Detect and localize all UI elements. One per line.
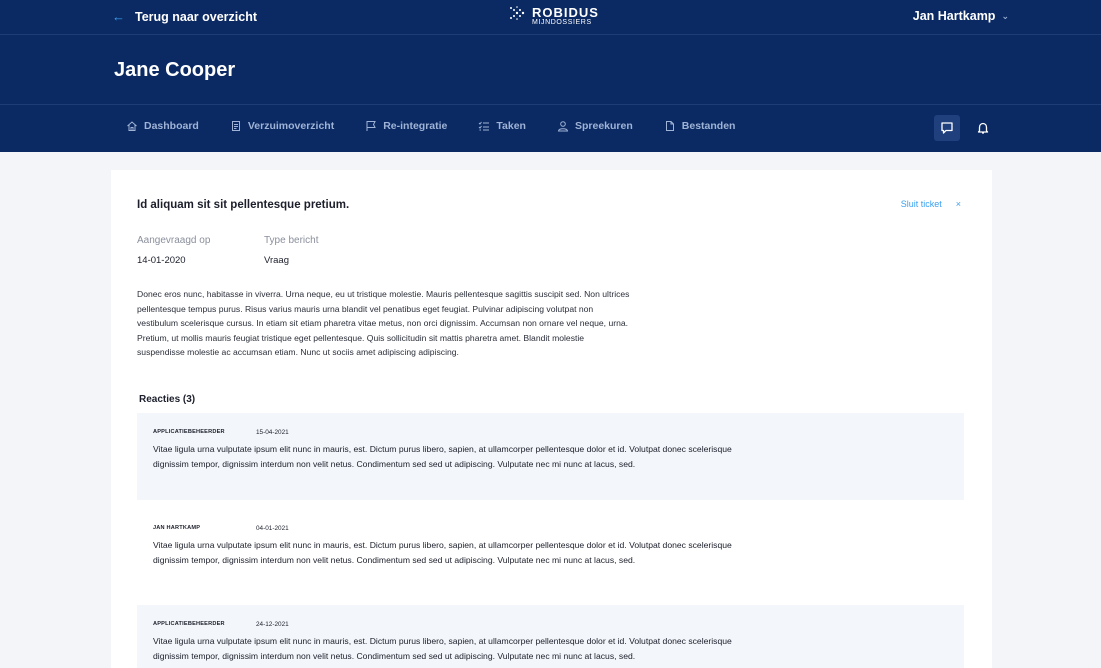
logo[interactable]: ROBIDUS MIJNDOSSIERS (508, 4, 599, 27)
reaction-author: JAN HARTKAMP (153, 525, 201, 531)
reaction-date: 24-12-2021 (256, 620, 289, 628)
ticket-title: Id aliquam sit sit pellentesque pretium. (137, 199, 350, 211)
main-nav: Dashboard Verzuimoverzicht Re-integratie… (126, 120, 766, 132)
requested-date-label: Aangevraagd op (137, 235, 211, 246)
ticket-body: Donec eros nunc, habitasse in viverra. U… (137, 289, 630, 357)
nav-label: Taken (496, 120, 526, 132)
nav-item-reintegratie[interactable]: Re-integratie (365, 120, 447, 132)
reaction-author: APPLICATIEBEHEERDER (153, 429, 225, 435)
reactions-title: Reacties (3) (139, 394, 196, 405)
requested-date-value: 14-01-2020 (137, 255, 186, 266)
chat-button[interactable] (934, 115, 960, 141)
nav-item-bestanden[interactable]: Bestanden (664, 120, 736, 132)
reaction-item: JAN HARTKAMP 04-01-2021 Vitae ligula urn… (137, 509, 964, 596)
reaction-text: Vitae ligula urna vulputate ipsum elit n… (153, 540, 732, 565)
nav-label: Re-integratie (383, 120, 448, 132)
document-icon (230, 120, 242, 132)
nav-item-taken[interactable]: Taken (478, 120, 526, 132)
nav-label: Spreekuren (574, 120, 633, 132)
reaction-date: 15-04-2021 (256, 428, 289, 436)
top-bar: ← Terug naar overzicht ROBIDUS MIJNDOSSI… (0, 0, 1101, 35)
notifications-button[interactable] (970, 115, 996, 141)
file-icon (664, 120, 676, 132)
reaction-item: APPLICATIEBEHEERDER 15-04-2021 Vitae lig… (137, 413, 964, 500)
header-actions (934, 115, 996, 141)
nav-label: Bestanden (681, 120, 736, 132)
bell-icon (976, 121, 990, 135)
home-icon (126, 120, 138, 132)
person-icon (557, 120, 569, 132)
nav-item-verzuimoverzicht[interactable]: Verzuimoverzicht (230, 120, 334, 132)
back-link[interactable]: ← Terug naar overzicht (112, 9, 257, 24)
close-ticket-label: Sluit ticket (900, 199, 942, 209)
nav-label: Dashboard (144, 120, 199, 132)
checklist-icon (478, 120, 490, 132)
arrow-left-icon: ← (112, 9, 125, 24)
ticket-card: Id aliquam sit sit pellentesque pretium.… (111, 170, 992, 668)
back-link-label: Terug naar overzicht (135, 9, 258, 24)
user-name: Jan Hartkamp (912, 9, 996, 23)
close-icon: × (955, 199, 961, 209)
flag-icon (365, 120, 377, 132)
nav-item-dashboard[interactable]: Dashboard (126, 120, 199, 132)
page-title: Jane Cooper (114, 59, 236, 81)
logo-main-text: ROBIDUS (532, 4, 599, 20)
top-header: ← Terug naar overzicht ROBIDUS MIJNDOSSI… (0, 0, 1101, 152)
user-menu[interactable]: Jan Hartkamp ⌄ (913, 9, 1009, 23)
reaction-text: Vitae ligula urna vulputate ipsum elit n… (153, 444, 732, 469)
nav-label: Verzuimoverzicht (247, 120, 335, 132)
chevron-down-icon: ⌄ (1001, 10, 1009, 21)
message-type-value: Vraag (264, 255, 289, 266)
reaction-author: APPLICATIEBEHEERDER (153, 621, 225, 627)
logo-mark-icon (508, 4, 526, 27)
reaction-item: APPLICATIEBEHEERDER 24-12-2021 Vitae lig… (137, 605, 964, 668)
logo-sub-text: MIJNDOSSIERS (532, 18, 592, 26)
chat-icon (940, 121, 954, 135)
reaction-date: 04-01-2021 (256, 524, 289, 532)
reaction-text: Vitae ligula urna vulputate ipsum elit n… (153, 636, 732, 661)
title-row: Jane Cooper (0, 36, 1101, 105)
close-ticket-button[interactable]: Sluit ticket × (901, 199, 961, 209)
message-type-label: Type bericht (264, 235, 319, 246)
nav-item-spreekuren[interactable]: Spreekuren (557, 120, 633, 132)
